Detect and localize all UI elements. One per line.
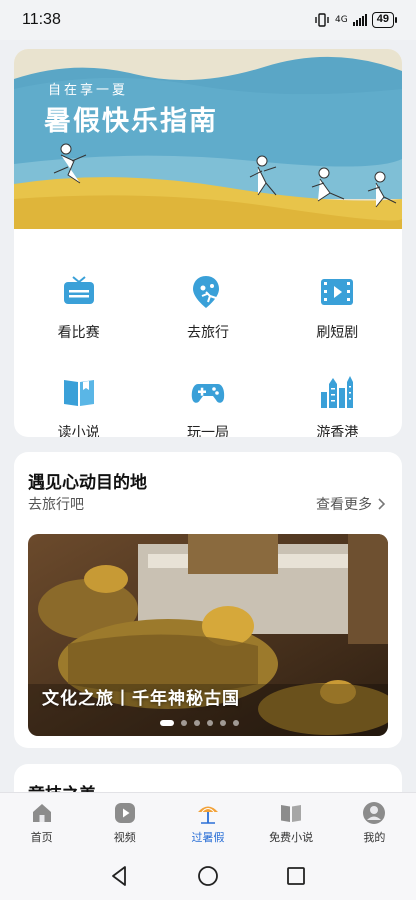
system-nav-bar (0, 852, 416, 900)
summer-banner-illustration[interactable] (14, 49, 402, 229)
status-icons: 4G 49 (314, 12, 398, 28)
tab-summer[interactable]: 过暑假 (168, 801, 248, 845)
grid-label: 读小说 (57, 425, 100, 437)
grid-label: 游香港 (316, 425, 359, 437)
home-circle-icon[interactable] (196, 864, 220, 888)
carousel-dot[interactable] (233, 720, 239, 726)
grid-item-play-game[interactable]: 玩一局 (143, 374, 272, 437)
section-title: 遇见心动目的地 (28, 473, 147, 493)
tab-label: 免费小说 (269, 830, 314, 844)
tab-mine[interactable]: 我的 (334, 801, 414, 845)
vibrate-icon (315, 13, 329, 27)
video-play-icon (114, 802, 135, 823)
carousel-dot[interactable] (160, 720, 174, 726)
destination-carousel[interactable]: 文化之旅丨千年神秘古国 (28, 534, 388, 736)
gamepad-icon (191, 384, 225, 403)
carousel-dots (160, 720, 239, 726)
tab-label: 视频 (113, 830, 136, 844)
banner-title: 暑假快乐指南 (44, 106, 218, 137)
book-icon (63, 380, 94, 406)
bottom-tab-bar: 首页 视频 过暑假 免费小说 我的 (0, 792, 416, 852)
grid-item-read-novel[interactable]: 读小说 (14, 374, 143, 437)
home-icon (32, 803, 51, 822)
status-time: 11:38 (22, 11, 61, 28)
tab-label: 我的 (363, 830, 386, 844)
carousel-dot[interactable] (181, 720, 187, 726)
tv-icon (63, 276, 94, 304)
grid-label: 刷短剧 (316, 325, 359, 341)
status-bar: 11:38 4G 49 (0, 0, 416, 40)
banner-subtitle: 自在享一夏 (48, 83, 129, 98)
grid-label: 玩一局 (186, 425, 229, 437)
grid-item-watch-match[interactable]: 看比赛 (14, 274, 143, 342)
signal-icon (352, 14, 367, 26)
tab-home[interactable]: 首页 (2, 801, 82, 845)
see-more-link[interactable]: 查看更多 (316, 494, 386, 514)
network-type: 4G (335, 15, 348, 25)
carousel-dot[interactable] (220, 720, 226, 726)
tab-label: 过暑假 (191, 830, 225, 844)
back-icon[interactable] (108, 864, 132, 888)
profile-icon (363, 801, 386, 824)
grid-item-hongkong[interactable]: 游香港 (273, 374, 402, 437)
grid-label: 看比赛 (57, 325, 100, 341)
see-more-label: 查看更多 (316, 497, 372, 513)
travel-pin-icon (192, 276, 219, 308)
carousel-dot[interactable] (207, 720, 213, 726)
grid-item-short-drama[interactable]: 刷短剧 (273, 274, 402, 342)
destination-card: 遇见心动目的地 去旅行吧 查看更多 文化之旅丨千年神秘古国 (14, 452, 402, 748)
film-icon (321, 279, 354, 305)
recents-icon[interactable] (284, 864, 308, 888)
quick-grid: 看比赛 去旅行 刷短剧 读小说 玩一局 游香港 (14, 274, 402, 437)
battery-icon: 49 (371, 12, 398, 28)
tab-video[interactable]: 视频 (85, 801, 165, 845)
book-icon (281, 804, 302, 822)
carousel-dot[interactable] (194, 720, 200, 726)
chevron-right-icon (378, 498, 386, 510)
carousel-caption: 文化之旅丨千年神秘古国 (42, 689, 240, 709)
grid-item-travel[interactable]: 去旅行 (143, 274, 272, 342)
grid-label: 去旅行 (186, 325, 229, 341)
tab-free-novel[interactable]: 免费小说 (251, 801, 331, 845)
section-subtitle: 去旅行吧 (28, 497, 84, 513)
beach-umbrella-icon (197, 806, 218, 824)
tab-label: 首页 (30, 830, 53, 844)
city-skyline-icon (321, 376, 354, 408)
summer-guide-card: 自在享一夏 暑假快乐指南 看比赛 去旅行 刷短剧 读小说 玩一局 游香港 (14, 49, 402, 437)
